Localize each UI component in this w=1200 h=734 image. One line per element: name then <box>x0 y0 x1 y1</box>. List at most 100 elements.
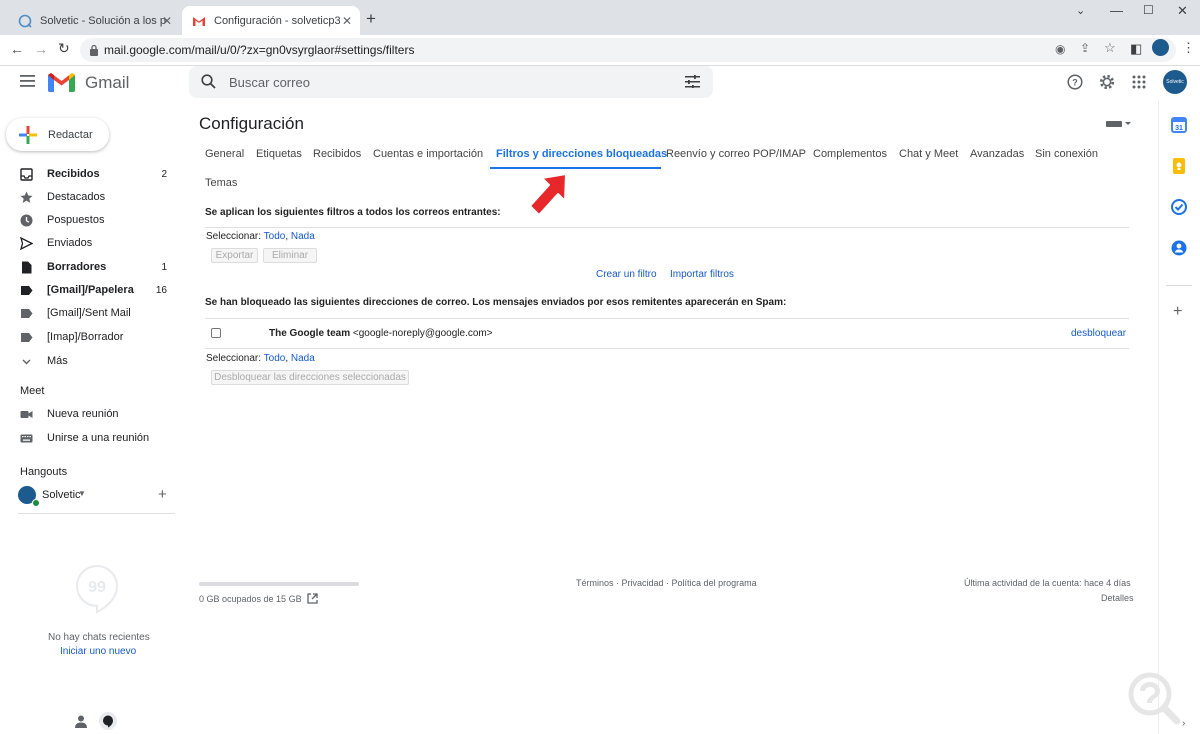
hangouts-user-name[interactable]: Solvetic <box>42 489 81 501</box>
sidebar-item-trash[interactable]: [Gmail]/Papelera 16 <box>0 279 175 301</box>
unblock-link[interactable]: desbloquear <box>1071 328 1126 339</box>
tab-search-chevron-icon[interactable]: ⌄ <box>1076 4 1085 17</box>
sidebar-item-label: Borradores <box>47 261 107 273</box>
filters-heading: Se aplican los siguientes filtros a todo… <box>205 207 501 218</box>
start-new-chat-link[interactable]: Iniciar uno nuevo <box>60 646 136 657</box>
sidebar-item-inbox[interactable]: Recibidos 2 <box>0 163 175 185</box>
select-all-link[interactable]: Todo <box>264 353 286 364</box>
search-options-icon[interactable] <box>685 75 700 88</box>
help-icon[interactable]: ? <box>1067 74 1083 90</box>
sidebar-item-snoozed[interactable]: Pospuestos <box>0 209 175 231</box>
show-side-panel-icon[interactable]: › <box>1182 718 1185 729</box>
calendar-icon[interactable]: 31 <box>1171 117 1187 133</box>
send-icon <box>20 237 33 250</box>
close-window-icon[interactable]: ✕ <box>1177 3 1188 19</box>
page-title: Configuración <box>199 114 304 133</box>
sidebar-item-drafts[interactable]: Borradores 1 <box>0 256 175 278</box>
tasks-icon[interactable] <box>1171 199 1187 215</box>
new-tab-icon[interactable]: + <box>366 9 376 29</box>
select-none-link[interactable]: Nada <box>291 353 315 364</box>
online-status-dot <box>32 499 40 507</box>
tab-filters-blocked[interactable]: Filtros y direcciones bloqueadas <box>496 148 667 160</box>
tab-inbox[interactable]: Recibidos <box>313 148 361 160</box>
forward-icon[interactable]: → <box>34 41 48 57</box>
meet-new-meeting[interactable]: Nueva reunión <box>0 403 175 425</box>
details-link[interactable]: Detalles <box>1101 593 1134 603</box>
hangouts-divider <box>18 513 175 514</box>
privacy-link[interactable]: Privacidad <box>622 578 664 588</box>
tab-offline[interactable]: Sin conexión <box>1035 148 1098 160</box>
label-icon <box>21 309 33 318</box>
right-rail-divider <box>1158 99 1159 734</box>
reload-icon[interactable]: ↻ <box>58 40 70 57</box>
minimize-icon[interactable]: — <box>1110 3 1123 18</box>
sidebar-item-label: [Gmail]/Papelera <box>47 284 134 296</box>
eye-icon[interactable]: ◉ <box>1055 42 1065 56</box>
tab-themes[interactable]: Temas <box>205 177 237 189</box>
sidebar-item-imap-draft[interactable]: [Imap]/Borrador <box>0 326 175 348</box>
tab-chat-meet[interactable]: Chat y Meet <box>899 148 958 160</box>
blocked-sender-name: The Google team <box>269 328 351 339</box>
sidebar-item-sent-mail[interactable]: [Gmail]/Sent Mail <box>0 302 175 324</box>
browser-tab-solvetic[interactable]: Solvetic - Solución a los problem ✕ <box>8 6 180 35</box>
account-avatar[interactable]: Solvetic <box>1163 70 1187 94</box>
avatar-text: Solvetic <box>1166 79 1184 85</box>
tab-general[interactable]: General <box>205 148 244 160</box>
label-icon <box>21 286 33 295</box>
chat-bubble-icon: 99 <box>75 564 119 614</box>
tab-title: Configuración - solveticp3@gma <box>214 14 340 27</box>
search-input[interactable]: Buscar correo <box>229 75 310 90</box>
meet-join-meeting[interactable]: Unirse a una reunión <box>0 427 175 449</box>
blocked-row-checkbox[interactable] <box>211 328 221 338</box>
sidebar-toggle-icon[interactable]: ◧ <box>1130 41 1142 57</box>
tab-addons[interactable]: Complementos <box>813 148 887 160</box>
delete-button[interactable]: Eliminar <box>263 248 317 263</box>
browser-menu-icon[interactable]: ⋮ <box>1182 40 1195 56</box>
tab-advanced[interactable]: Avanzadas <box>970 148 1024 160</box>
import-filters-link[interactable]: Importar filtros <box>670 269 734 280</box>
browser-tab-gmail[interactable]: Configuración - solveticp3@gma ✕ <box>182 6 360 35</box>
tab-accounts-import[interactable]: Cuentas e importación <box>373 148 483 160</box>
rail-separator <box>1166 285 1192 286</box>
select-none-link[interactable]: Nada <box>291 231 315 242</box>
sidebar-item-more[interactable]: Más <box>0 350 175 372</box>
share-icon[interactable]: ⇪ <box>1080 41 1090 55</box>
create-filter-link[interactable]: Crear un filtro <box>596 269 657 280</box>
hangouts-bubble-icon[interactable] <box>99 712 117 730</box>
gmail-logo-icon[interactable] <box>48 72 75 92</box>
svg-text:99: 99 <box>88 579 106 596</box>
get-addons-plus-icon[interactable]: + <box>1173 303 1182 321</box>
maximize-icon[interactable]: ☐ <box>1143 3 1154 17</box>
apps-grid-icon[interactable] <box>1132 75 1146 89</box>
input-tools-icon[interactable] <box>1106 119 1132 129</box>
user-dropdown-icon[interactable]: ▼ <box>78 489 86 498</box>
solvetic-favicon-icon <box>18 14 32 28</box>
contacts-icon[interactable] <box>1171 240 1187 256</box>
settings-gear-icon[interactable] <box>1099 74 1115 90</box>
tab-forwarding-pop-imap[interactable]: Reenvío y correo POP/IMAP <box>666 148 806 160</box>
tab-labels[interactable]: Etiquetas <box>256 148 302 160</box>
search-bar[interactable]: Buscar correo <box>189 66 713 98</box>
unblock-selected-button[interactable]: Desbloquear las direcciones seleccionada… <box>211 370 409 385</box>
keep-icon[interactable] <box>1171 158 1187 174</box>
close-tab-icon[interactable]: ✕ <box>162 14 172 28</box>
person-icon[interactable] <box>75 715 87 728</box>
main-menu-icon[interactable] <box>20 75 35 87</box>
svg-text:31: 31 <box>1175 125 1183 132</box>
add-chat-icon[interactable]: + <box>158 486 167 503</box>
address-bar-row: ← → ↻ mail.google.com/mail/u/0/?zx=gn0vs… <box>0 35 1200 66</box>
search-icon[interactable] <box>201 74 216 89</box>
open-external-icon[interactable] <box>307 593 318 604</box>
select-all-link[interactable]: Todo <box>264 231 286 242</box>
policy-link[interactable]: Política del programa <box>672 578 757 588</box>
back-icon[interactable]: ← <box>10 41 24 57</box>
sidebar-item-starred[interactable]: Destacados <box>0 186 175 208</box>
bookmark-star-icon[interactable]: ☆ <box>1104 40 1116 56</box>
sidebar-item-sent[interactable]: Enviados <box>0 232 175 254</box>
export-button[interactable]: Exportar <box>211 248 258 263</box>
omnibox[interactable]: mail.google.com/mail/u/0/?zx=gn0vsyrglao… <box>80 38 1176 62</box>
browser-profile-avatar[interactable] <box>1152 39 1169 56</box>
compose-button[interactable]: Redactar <box>6 118 109 151</box>
terms-link[interactable]: Términos <box>576 578 614 588</box>
close-tab-icon[interactable]: ✕ <box>342 14 352 28</box>
